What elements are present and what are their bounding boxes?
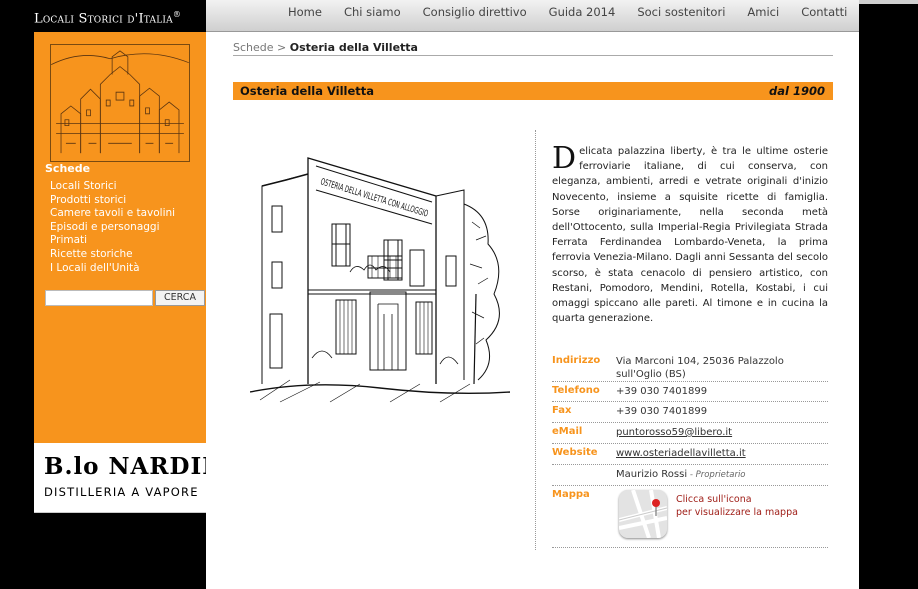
map-label: Mappa	[552, 489, 590, 500]
website-label: Website	[552, 447, 598, 458]
phone-value: +39 030 7401899	[616, 386, 708, 397]
sidebar-item-locali-unita[interactable]: I Locali dell'Unità	[50, 262, 175, 276]
sidebar-heading: Schede	[45, 162, 91, 175]
info-table: Indirizzo Via Marconi 104, 25036 Palazzo…	[552, 352, 828, 548]
search-button[interactable]: CERCA	[155, 290, 205, 306]
map-icon[interactable]	[619, 490, 667, 538]
map-row: Mappa Clicca sull'icona per visualizzare…	[552, 486, 828, 548]
top-nav: Home Chi siamo Consiglio direttivo Guida…	[206, 0, 859, 32]
building-sketch: OSTERIA DELLA VILLETTA CON ALLOGGIO	[250, 144, 510, 406]
owner-value: Maurizio Rossi - Proprietario	[616, 468, 828, 482]
breadcrumb: Schede > Osteria della Villetta	[233, 41, 418, 54]
fax-label: Fax	[552, 405, 572, 416]
sponsor-banner[interactable]: B.lo NARDINI DISTILLERIA A VAPORE	[34, 443, 235, 513]
breadcrumb-current: Osteria della Villetta	[289, 41, 418, 54]
address-row: Indirizzo Via Marconi 104, 25036 Palazzo…	[552, 352, 828, 382]
city-illustration	[50, 44, 190, 162]
nav-amici[interactable]: Amici	[747, 5, 779, 19]
site-logo[interactable]: Locali Storici d'Italia®	[34, 10, 206, 32]
main-content: Schede > Osteria della Villetta Osteria …	[206, 32, 859, 589]
nav-consiglio-direttivo[interactable]: Consiglio direttivo	[423, 5, 527, 19]
map-instruction-line-1: Clicca sull'icona	[676, 494, 752, 505]
description: Delicata palazzina liberty, è tra le ult…	[552, 144, 828, 326]
sidebar-item-locali-storici[interactable]: Locali Storici	[50, 180, 175, 194]
address-label: Indirizzo	[552, 355, 601, 366]
owner-row: Maurizio Rossi - Proprietario	[552, 465, 828, 486]
page-frame: Locali Storici d'Italia® Schede Locali S…	[0, 0, 918, 589]
sidebar: Schede Locali Storici Prodotti storici C…	[34, 32, 206, 443]
sidebar-item-ricette[interactable]: Ricette storiche	[50, 248, 175, 262]
breadcrumb-divider	[233, 55, 833, 56]
top-right-corner	[859, 0, 918, 32]
website-link[interactable]: www.osteriadellavilletta.it	[616, 448, 746, 459]
brand-title: Locali Storici d'Italia	[34, 11, 173, 27]
brand-registered-mark: ®	[172, 10, 182, 19]
sidebar-item-camere-tavoli[interactable]: Camere tavoli e tavolini	[50, 207, 175, 221]
map-instructions[interactable]: Clicca sull'icona per visualizzare la ma…	[676, 493, 816, 519]
breadcrumb-parent[interactable]: Schede	[233, 41, 274, 54]
nav-guida-2014[interactable]: Guida 2014	[549, 5, 616, 19]
sidebar-item-primati[interactable]: Primati	[50, 234, 175, 248]
sponsor-tagline: DISTILLERIA A VAPORE	[44, 485, 199, 499]
founded-year: dal 1900	[769, 84, 825, 98]
email-row: eMail puntorosso59@libero.it	[552, 423, 828, 444]
website-row: Website www.osteriadellavilletta.it	[552, 444, 828, 465]
owner-separator: -	[687, 470, 696, 480]
title-bar: Osteria della Villetta dal 1900	[233, 82, 833, 100]
dropcap: D	[552, 141, 577, 176]
sidebar-nav: Locali Storici Prodotti storici Camere t…	[50, 180, 175, 275]
email-link[interactable]: puntorosso59@libero.it	[616, 427, 732, 438]
fax-row: Fax +39 030 7401899	[552, 402, 828, 423]
email-label: eMail	[552, 426, 583, 437]
search-input[interactable]	[45, 290, 153, 306]
sidebar-item-episodi[interactable]: Episodi e personaggi	[50, 221, 175, 235]
owner-role: Proprietario	[695, 470, 746, 480]
sidebar-item-prodotti-storici[interactable]: Prodotti storici	[50, 194, 175, 208]
content-divider	[535, 130, 536, 550]
phone-row: Telefono +39 030 7401899	[552, 382, 828, 402]
description-text: elicata palazzina liberty, è tra le ulti…	[552, 146, 828, 325]
nav-contatti[interactable]: Contatti	[801, 5, 847, 19]
owner-name: Maurizio Rossi	[616, 469, 688, 480]
breadcrumb-separator: >	[273, 41, 290, 54]
nav-chi-siamo[interactable]: Chi siamo	[344, 5, 401, 19]
page-title: Osteria della Villetta	[240, 84, 375, 98]
nav-soci-sostenitori[interactable]: Soci sostenitori	[637, 5, 725, 19]
phone-label: Telefono	[552, 385, 600, 396]
fax-value: +39 030 7401899	[616, 406, 708, 417]
nav-home[interactable]: Home	[288, 5, 322, 19]
address-value: Via Marconi 104, 25036 Palazzolo sull'Og…	[616, 356, 784, 380]
map-instruction-line-2: per visualizzare la mappa	[676, 507, 798, 518]
